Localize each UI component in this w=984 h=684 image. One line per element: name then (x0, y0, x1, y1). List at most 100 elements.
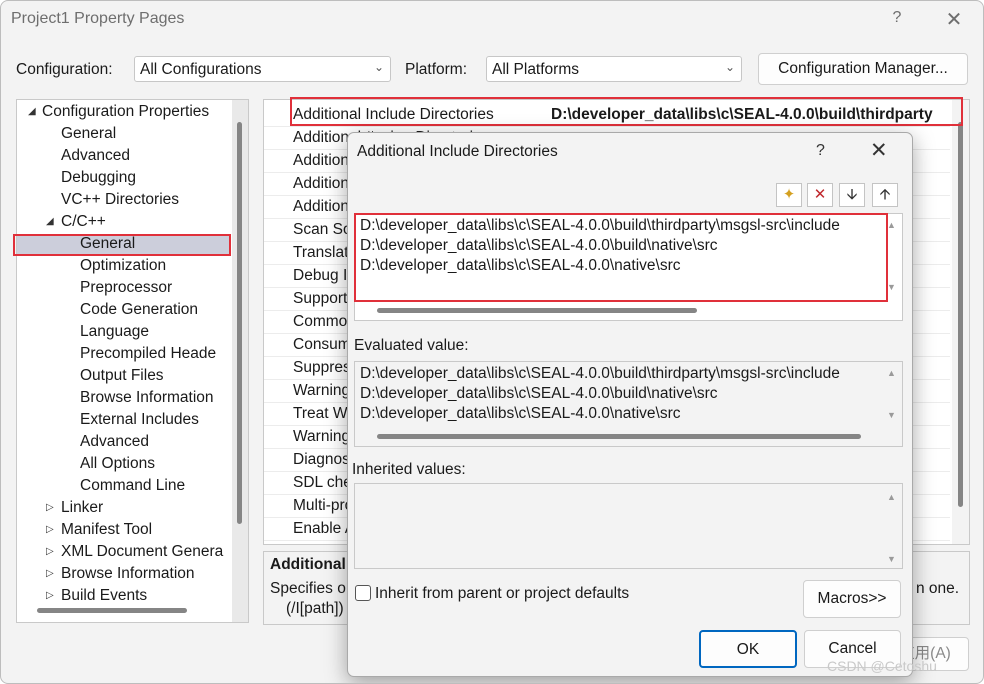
tree-item[interactable]: Browse Information (80, 387, 214, 409)
tree-item[interactable]: External Includes (80, 409, 199, 431)
tree-item-label: Advanced (80, 433, 149, 450)
description-text-tail: n one. (916, 580, 960, 597)
tree-item-label: Browse Information (61, 565, 195, 582)
inherited-values-box: ▲ ▼ (354, 483, 903, 569)
inherit-checkbox[interactable] (355, 585, 371, 601)
help-button[interactable]: ? (885, 9, 909, 31)
ok-button[interactable]: OK (699, 630, 797, 668)
tree-item[interactable]: Debugging (61, 167, 136, 189)
title-bar: Project1 Property Pages ? ✕ (1, 1, 983, 39)
configuration-label: Configuration: (16, 61, 113, 78)
tree-item[interactable]: ▷ Manifest Tool (46, 519, 153, 541)
dialog-close-button[interactable]: ✕ (870, 138, 888, 163)
evaluated-entry: D:\developer_data\libs\c\SEAL-4.0.0\buil… (360, 385, 718, 402)
grid-vertical-scrollbar[interactable] (952, 100, 969, 544)
evaluated-value-label: Evaluated value: (354, 337, 469, 354)
tree-item-label: Manifest Tool (61, 521, 153, 538)
tree-item[interactable]: Code Generation (80, 299, 198, 321)
platform-label: Platform: (405, 61, 468, 78)
collapsed-arrow-icon[interactable]: ▷ (46, 585, 54, 607)
tree-vertical-scrollbar[interactable] (232, 100, 248, 622)
collapsed-arrow-icon[interactable]: ▷ (46, 563, 54, 585)
platform-dropdown[interactable]: All Platforms ⌄ (486, 56, 742, 82)
additional-include-directories-dialog: Additional Include Directories ? ✕ ✦ ✕ 🡫… (347, 132, 913, 677)
expanded-arrow-icon[interactable]: ◢ (46, 211, 54, 233)
move-up-icon[interactable]: 🡩 (872, 183, 898, 207)
tree-item[interactable]: Precompiled Heade (80, 343, 216, 365)
scroll-down-arrow-icon[interactable]: ▼ (887, 410, 896, 420)
chevron-down-icon: ⌄ (724, 60, 735, 74)
tree-item[interactable]: Output Files (80, 365, 164, 387)
description-text: Specifies o (270, 580, 346, 597)
tree-item[interactable]: Command Line (80, 475, 185, 497)
scroll-up-arrow-icon[interactable]: ▲ (887, 492, 896, 502)
watermark: CSDN @Cetoshu (827, 658, 937, 674)
macros-button[interactable]: Macros>> (803, 580, 901, 618)
tree-item[interactable]: VC++ Directories (61, 189, 179, 211)
tree-item[interactable]: Advanced (61, 145, 130, 167)
close-button[interactable]: ✕ (941, 7, 967, 33)
tree-item-label: Output Files (80, 367, 164, 384)
tree-item-label: Debugging (61, 169, 136, 186)
move-down-icon[interactable]: 🡫 (839, 183, 865, 207)
tree-item[interactable]: Advanced (80, 431, 149, 453)
tree-item[interactable]: Optimization (80, 255, 166, 277)
platform-value: All Platforms (492, 61, 579, 78)
new-line-icon[interactable]: ✦ (776, 183, 802, 207)
tree-item[interactable]: ▷ Linker (46, 497, 103, 519)
configuration-manager-button[interactable]: Configuration Manager... (758, 53, 968, 85)
tree-item[interactable]: ▷ XML Document Genera (46, 541, 224, 563)
collapsed-arrow-icon[interactable]: ▷ (46, 519, 54, 541)
scroll-up-arrow-icon[interactable]: ▲ (887, 368, 896, 378)
edit-box-horizontal-scroll-thumb[interactable] (377, 308, 697, 313)
tree-item[interactable]: Preprocessor (80, 277, 172, 299)
evaluated-entry: D:\developer_data\libs\c\SEAL-4.0.0\buil… (360, 365, 840, 382)
tree-item-label: Build Events (61, 587, 148, 604)
tree-item-label: Command Line (80, 477, 186, 494)
tree-item-label: C/C++ (61, 213, 106, 230)
collapsed-arrow-icon[interactable]: ▷ (46, 541, 54, 563)
tree-horizontal-scroll-thumb[interactable] (37, 608, 187, 613)
scroll-down-arrow-icon[interactable]: ▼ (887, 554, 896, 564)
tree-item-label: Precompiled Heade (80, 345, 217, 362)
dialog-help-button[interactable]: ? (816, 142, 825, 160)
dialog-title: Additional Include Directories (357, 143, 558, 160)
tree-item-label: VC++ Directories (61, 191, 180, 208)
description-title: Additional (270, 556, 346, 573)
tree-item-label: Code Generation (80, 301, 199, 318)
tree-item[interactable]: ▷ Browse Information (46, 563, 195, 585)
tree-item-label: Optimization (80, 257, 167, 274)
tree-item-label: General (61, 125, 117, 142)
expanded-arrow-icon[interactable]: ◢ (28, 101, 36, 123)
tree-item-label: External Includes (80, 411, 199, 428)
property-pages-window: Project1 Property Pages ? ✕ Configuratio… (0, 0, 984, 684)
tree-item[interactable]: ▷ Build Events (46, 585, 148, 607)
tree-item-label: Browse Information (80, 389, 214, 406)
highlight-box-entries (354, 213, 888, 302)
scroll-up-arrow-icon[interactable]: ▲ (887, 220, 896, 230)
evaluated-value-box: D:\developer_data\libs\c\SEAL-4.0.0\buil… (354, 361, 903, 447)
grid-scroll-thumb[interactable] (958, 122, 963, 507)
tree-item-label: Configuration Properties (42, 103, 210, 120)
tree-item[interactable]: ◢ C/C++ (46, 211, 106, 233)
chevron-down-icon: ⌄ (373, 60, 384, 74)
tree-item[interactable]: ◢ Configuration Properties (28, 101, 210, 123)
inherit-checkbox-label[interactable]: Inherit from parent or project defaults (375, 585, 629, 603)
tree-item[interactable]: All Options (80, 453, 155, 475)
tree-item-label: All Options (80, 455, 155, 472)
scroll-down-arrow-icon[interactable]: ▼ (887, 282, 896, 292)
tree-scroll-thumb[interactable] (237, 122, 242, 524)
configuration-value: All Configurations (140, 61, 262, 78)
tree-item-label: XML Document Genera (61, 543, 224, 560)
property-tree: ◢ Configuration Properties General Advanced… (16, 99, 249, 623)
tree-item[interactable]: Language (80, 321, 149, 343)
collapsed-arrow-icon[interactable]: ▷ (46, 497, 54, 519)
window-title: Project1 Property Pages (11, 10, 185, 27)
tree-item[interactable]: General (61, 123, 116, 145)
evaluated-horizontal-scroll-thumb[interactable] (377, 434, 861, 439)
configuration-dropdown[interactable]: All Configurations ⌄ (134, 56, 391, 82)
tree-item-label: Language (80, 323, 149, 340)
tree-item-label: Preprocessor (80, 279, 173, 296)
delete-line-icon[interactable]: ✕ (807, 183, 833, 207)
tree-item-label: Advanced (61, 147, 130, 164)
